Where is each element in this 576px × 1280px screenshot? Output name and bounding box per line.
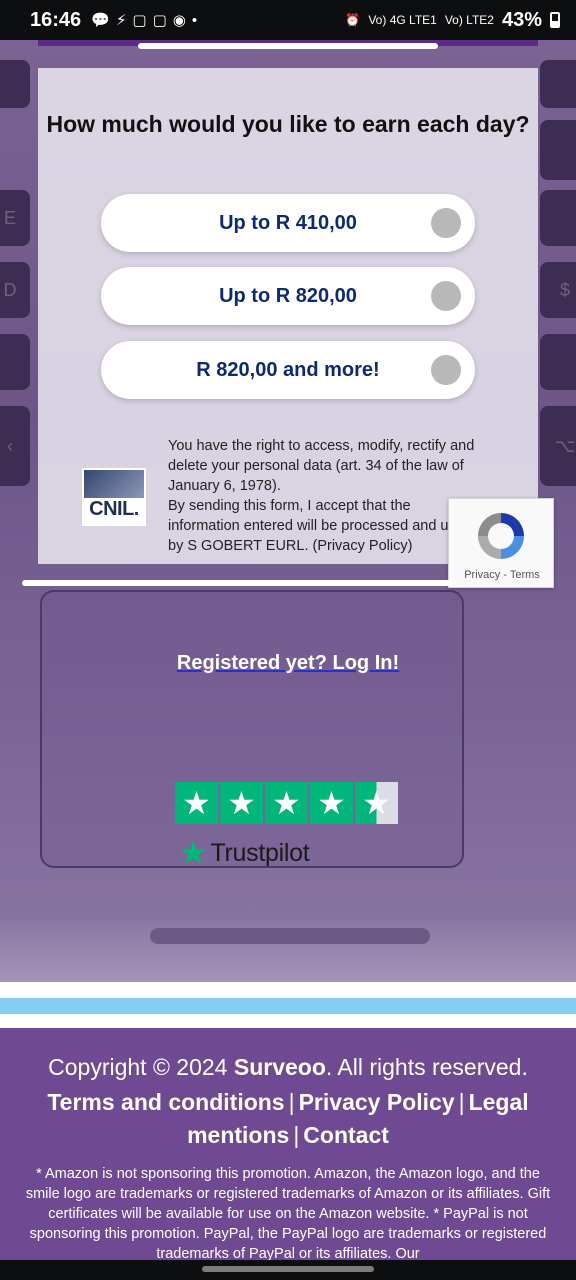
dot-icon: •: [191, 11, 198, 29]
radio-button[interactable]: [431, 208, 461, 238]
login-link[interactable]: Registered yet? Log In!: [177, 652, 399, 674]
privacy-notice: You have the right to access, modify, re…: [168, 438, 475, 554]
trustpilot-rating: ★ ★ ★ ★ ★: [175, 782, 398, 824]
instagram-icon-2: ▢: [152, 12, 167, 29]
status-time: 16:46: [30, 8, 82, 31]
home-gesture-bar[interactable]: [202, 1266, 374, 1272]
option-label: Up to R 820,00: [219, 284, 357, 307]
recaptcha-icon: [478, 513, 524, 559]
battery-percent: 43%: [501, 8, 542, 31]
chat-icon: 💬: [91, 12, 110, 29]
radio-button[interactable]: [431, 355, 461, 385]
status-bar: 16:46 💬 ⚡ ▢ ▢ ◉ • ⏰ Vo) 4G LTE1 Vo) LTE2…: [0, 0, 576, 40]
star-icon: ★: [220, 782, 263, 824]
sim2-signal: Vo) LTE2: [444, 13, 494, 27]
modal-handle: [138, 43, 438, 49]
recaptcha-links[interactable]: Privacy - Terms: [449, 569, 555, 581]
footer: Copyright © 2024 Surveoo. All rights res…: [0, 1028, 576, 1260]
trustpilot-star-icon: ★: [178, 834, 209, 872]
trustpilot-brand: Trustpilot: [210, 838, 310, 867]
touchpad: [40, 590, 464, 868]
star-icon: ★: [310, 782, 353, 824]
marianne-icon: [84, 470, 144, 498]
recaptcha-badge[interactable]: Privacy - Terms: [448, 498, 554, 588]
option-up-to-410[interactable]: Up to R 410,00: [101, 194, 475, 252]
form-question: How much would you like to earn each day…: [46, 111, 530, 137]
alarm-icon: ⏰: [345, 13, 361, 27]
copyright: Copyright © 2024 Surveoo. All rights res…: [48, 1054, 528, 1080]
option-label: R 820,00 and more!: [196, 358, 380, 381]
brand-name: Surveoo: [233, 1054, 326, 1080]
footer-links: Terms and conditions | Privacy Policy | Lega…: [47, 1089, 529, 1148]
messenger-icon: ⚡: [115, 12, 127, 29]
privacy-policy-link[interactable]: Privacy Policy: [299, 1089, 455, 1115]
half-star-icon: ★: [355, 782, 398, 824]
survey-form: How much would you like to earn each day…: [38, 68, 538, 564]
radio-button[interactable]: [431, 281, 461, 311]
instagram-icon: ▢: [132, 12, 147, 29]
disclaimer: * Amazon is not sponsoring this promotio…: [25, 1166, 551, 1260]
divider: [22, 580, 452, 586]
cnil-logo: CNIL.: [82, 468, 146, 526]
option-label: Up to R 410,00: [219, 211, 357, 234]
option-820-and-more[interactable]: R 820,00 and more!: [101, 341, 475, 399]
contact-link[interactable]: Contact: [303, 1122, 389, 1148]
nav-bar: [0, 1260, 576, 1280]
cnil-logo-text: CNIL.: [89, 498, 139, 520]
terms-link[interactable]: Terms and conditions: [47, 1089, 284, 1115]
sim1-signal: Vo) 4G LTE1: [368, 13, 437, 27]
trustpilot-logo[interactable]: ★ Trustpilot: [178, 834, 310, 872]
star-icon: ★: [175, 782, 218, 824]
option-up-to-820[interactable]: Up to R 820,00: [101, 267, 475, 325]
battery-icon: [550, 12, 560, 28]
location-icon: ◉: [172, 12, 186, 29]
star-icon: ★: [265, 782, 308, 824]
